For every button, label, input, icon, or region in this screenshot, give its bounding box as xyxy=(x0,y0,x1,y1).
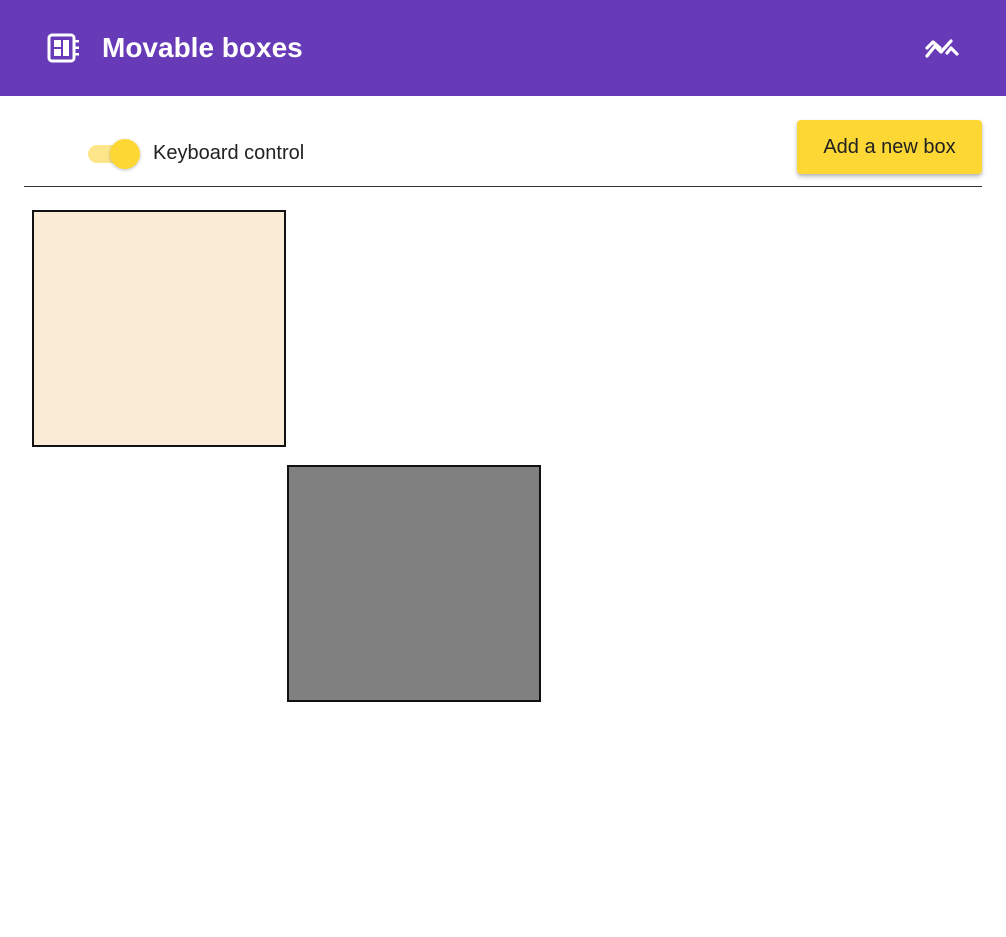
add-box-button[interactable]: Add a new box xyxy=(797,120,982,174)
keyboard-control-label: Keyboard control xyxy=(153,142,305,164)
toggle-thumb[interactable] xyxy=(110,139,140,169)
divider xyxy=(24,186,982,187)
dashboard-module-icon xyxy=(46,32,80,64)
trending-icon[interactable] xyxy=(920,26,964,70)
keyboard-control-toggle[interactable] xyxy=(86,138,142,169)
page-title: Movable boxes xyxy=(102,32,303,63)
movable-box[interactable] xyxy=(32,210,286,447)
app-bar: Movable boxes xyxy=(0,0,1006,96)
movable-box-selected[interactable] xyxy=(287,465,541,702)
toolbar: Keyboard control Add a new box xyxy=(0,96,1006,188)
